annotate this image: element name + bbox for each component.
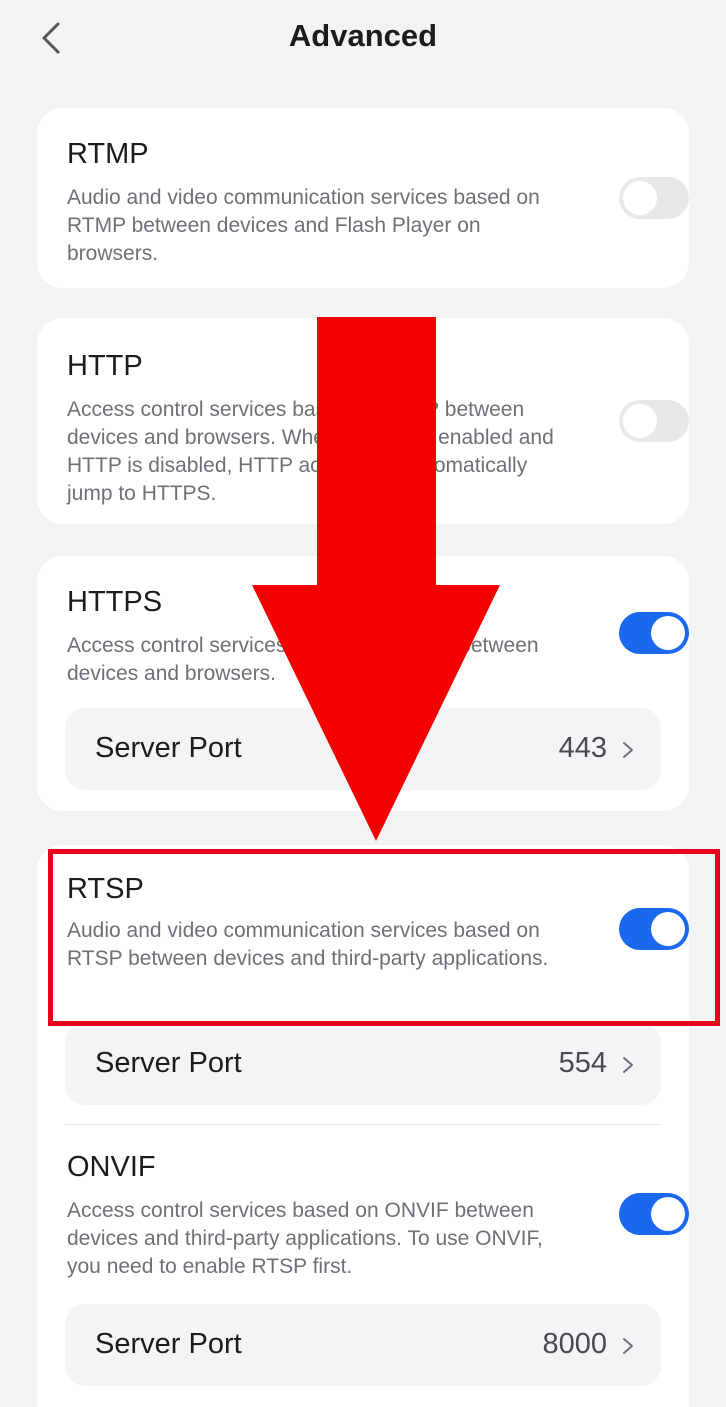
http-card: HTTP Access control services based on HT…: [37, 318, 689, 524]
chevron-right-icon: [623, 1338, 633, 1354]
toggle-knob: [651, 1197, 685, 1231]
http-description: Access control services based on HTTP be…: [67, 398, 554, 505]
onvif-toggle[interactable]: [619, 1193, 689, 1235]
http-toggle[interactable]: [619, 400, 689, 442]
port-label: Server Port: [95, 732, 242, 764]
port-label: Server Port: [95, 1047, 242, 1079]
onvif-description: Access control services based on ONVIF b…: [67, 1199, 543, 1278]
https-card: HTTPS Access control services based on H…: [37, 556, 689, 811]
toggle-knob: [623, 404, 657, 438]
rtsp-server-port-row[interactable]: Server Port 554: [65, 1023, 661, 1105]
https-server-port-row[interactable]: Server Port 443: [65, 708, 661, 790]
page-title: Advanced: [288, 18, 438, 53]
header: Advanced: [0, 0, 726, 76]
chevron-right-icon: [623, 1057, 633, 1073]
http-title: HTTP: [67, 350, 143, 382]
divider: [65, 1124, 661, 1125]
rtmp-toggle[interactable]: [619, 177, 689, 219]
advanced-settings-page: Advanced RTMP Audio and video communicat…: [0, 0, 726, 1407]
https-description: Access control services based on HTTPS b…: [67, 634, 539, 685]
rtsp-toggle[interactable]: [619, 908, 689, 950]
rtsp-title: RTSP: [67, 873, 144, 905]
port-value: 443: [558, 732, 607, 764]
toggle-knob: [651, 912, 685, 946]
port-value: 8000: [542, 1328, 607, 1360]
toggle-knob: [651, 616, 685, 650]
chevron-right-icon: [623, 742, 633, 758]
rtsp-onvif-card: RTSP Audio and video communication servi…: [37, 845, 689, 1407]
toggle-knob: [623, 181, 657, 215]
rtmp-title: RTMP: [67, 138, 149, 170]
rtsp-description: Audio and video communication services b…: [67, 919, 549, 970]
port-value: 554: [558, 1047, 607, 1079]
onvif-server-port-row[interactable]: Server Port 8000: [65, 1304, 661, 1386]
onvif-title: ONVIF: [67, 1151, 156, 1183]
https-toggle[interactable]: [619, 612, 689, 654]
https-title: HTTPS: [67, 586, 163, 618]
rtmp-description: Audio and video communication services b…: [67, 186, 540, 265]
rtmp-card: RTMP Audio and video communication servi…: [37, 108, 689, 288]
port-label: Server Port: [95, 1328, 242, 1360]
